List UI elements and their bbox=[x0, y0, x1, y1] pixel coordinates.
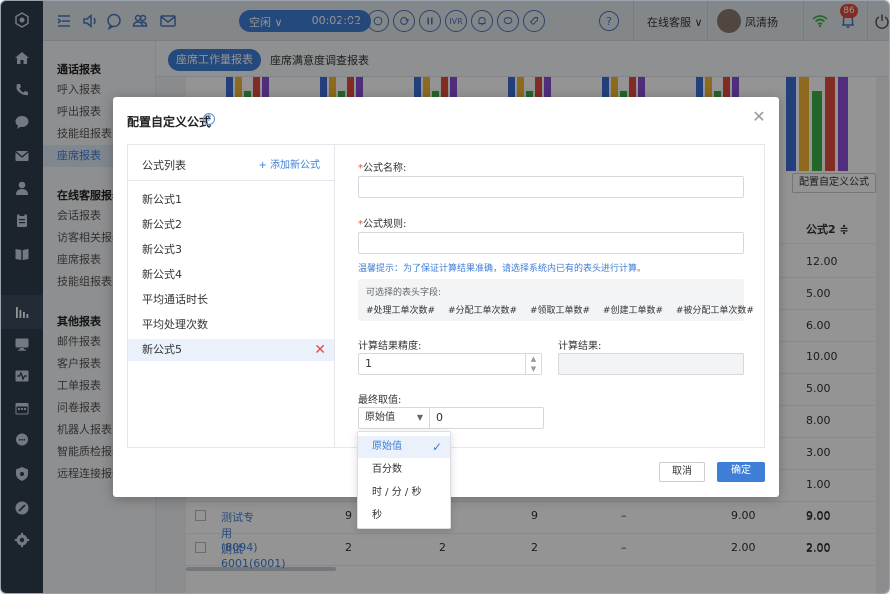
available-fields-box: 可选择的表头字段: #处理工单次数# #分配工单次数# #领取工单数# #创建工… bbox=[358, 279, 754, 321]
final-value-select[interactable]: 原始值 ▼ bbox=[358, 407, 430, 429]
final-value-dropdown: 原始值 ✓ 百分数 时 / 分 / 秒 秒 bbox=[357, 431, 451, 529]
formula-list: 公式列表 + 添加新公式 新公式1 新公式2 新公式3 新公式4 平均通话时长 … bbox=[128, 145, 335, 447]
formula-item[interactable]: 新公式1 bbox=[128, 189, 334, 211]
formula-name-label: *公式名称: bbox=[358, 163, 407, 174]
formula-rule-input[interactable] bbox=[358, 232, 744, 254]
field-tag[interactable]: #分配工单次数# bbox=[448, 306, 517, 316]
formula-item[interactable]: 新公式2 bbox=[128, 214, 334, 236]
option-label: 原始值 bbox=[372, 441, 402, 452]
final-value-selected: 原始值 bbox=[365, 412, 395, 423]
formula-item-label: 新公式5 bbox=[142, 343, 182, 356]
result-field bbox=[558, 353, 744, 375]
formula-item[interactable]: 新公式3 bbox=[128, 239, 334, 261]
formula-item[interactable]: 平均处理次数 bbox=[128, 314, 334, 336]
formula-list-title: 公式列表 bbox=[142, 159, 186, 172]
hint-text: 温馨提示：为了保证计算结果准确，请选择系统内已有的表头进行计算。 bbox=[358, 264, 647, 274]
confirm-button[interactable]: 确定 bbox=[717, 462, 765, 482]
result-label: 计算结果: bbox=[558, 341, 602, 352]
stepper-up-icon[interactable]: ▲ bbox=[526, 354, 541, 364]
precision-value: 1 bbox=[365, 357, 372, 370]
formula-form: *公式名称: *公式规则: 温馨提示：为了保证计算结果准确，请选择系统内已有的表… bbox=[336, 145, 764, 447]
final-value-input[interactable]: 0 bbox=[429, 407, 544, 429]
dropdown-option-hms[interactable]: 时 / 分 / 秒 bbox=[358, 482, 450, 504]
help-icon[interactable]: ? bbox=[203, 113, 215, 125]
available-fields: #处理工单次数# #分配工单次数# #领取工单数# #创建工单数# #被分配工单… bbox=[366, 303, 764, 316]
stepper-down-icon[interactable]: ▼ bbox=[526, 364, 541, 374]
cancel-button[interactable]: 取消 bbox=[659, 462, 705, 482]
formula-rule-label: *公式规则: bbox=[358, 219, 407, 230]
stepper-controls: ▲ ▼ bbox=[525, 354, 541, 374]
formula-name-input[interactable] bbox=[358, 176, 744, 198]
check-icon: ✓ bbox=[431, 440, 442, 454]
field-tag[interactable]: #创建工单数# bbox=[603, 306, 663, 316]
field-tag[interactable]: #处理工单次数# bbox=[366, 306, 435, 316]
dialog-body: 公式列表 + 添加新公式 新公式1 新公式2 新公式3 新公式4 平均通话时长 … bbox=[127, 144, 765, 448]
field-tag[interactable]: #被分配工单次数# bbox=[676, 306, 754, 316]
dropdown-option-seconds[interactable]: 秒 bbox=[358, 505, 450, 527]
formula-item[interactable]: 平均通话时长 bbox=[128, 289, 334, 311]
close-icon[interactable]: ✕ bbox=[751, 109, 767, 125]
app-window: 空闲 ∨ 00:02:02 IVR ? 在线客服 ∨ 凤清扬 86 通话报表 呼… bbox=[0, 0, 890, 594]
precision-label: 计算结果精度: bbox=[358, 341, 422, 352]
formula-item-selected[interactable]: 新公式5 ✕ bbox=[128, 339, 334, 361]
final-value-label: 最终取值: bbox=[358, 395, 402, 406]
formula-item[interactable]: 新公式4 bbox=[128, 264, 334, 286]
add-formula-button[interactable]: + 添加新公式 bbox=[258, 156, 320, 171]
select-caret-icon: ▼ bbox=[416, 413, 423, 422]
formula-list-header: 公式列表 + 添加新公式 bbox=[128, 145, 334, 181]
delete-icon[interactable]: ✕ bbox=[314, 341, 326, 359]
dialog-title: 配置自定义公式 bbox=[127, 115, 212, 129]
field-tag[interactable]: #领取工单数# bbox=[530, 306, 590, 316]
available-fields-title: 可选择的表头字段: bbox=[366, 288, 442, 298]
dropdown-option-raw[interactable]: 原始值 ✓ bbox=[358, 436, 450, 458]
dropdown-option-percent[interactable]: 百分数 bbox=[358, 459, 450, 481]
precision-stepper[interactable]: 1 ▲ ▼ bbox=[358, 353, 542, 375]
